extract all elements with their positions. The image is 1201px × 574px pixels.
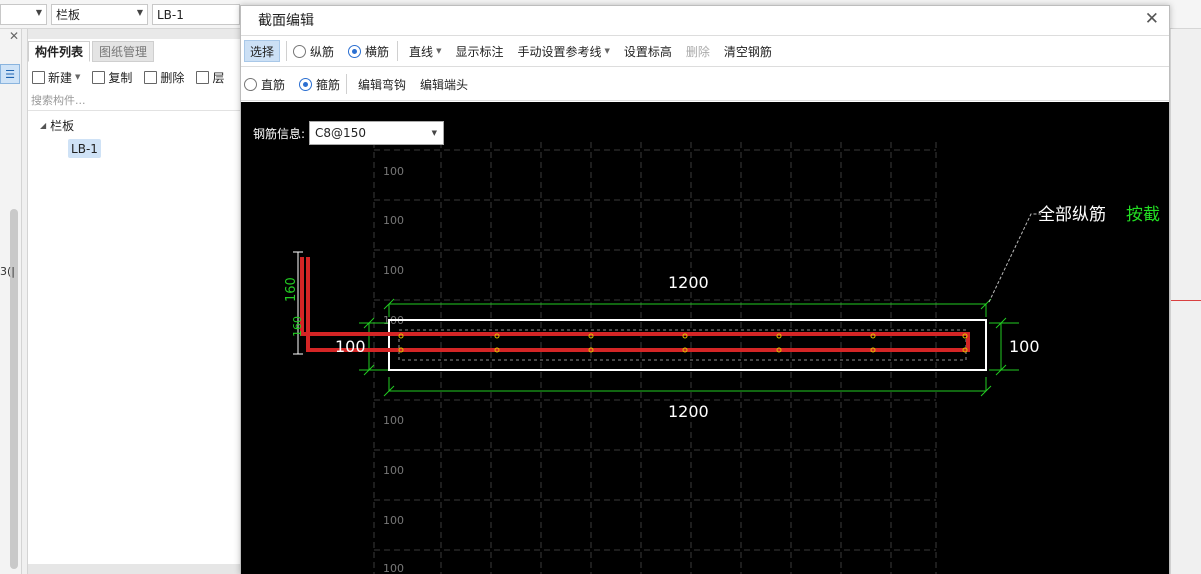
grid-label: 100 <box>383 514 404 527</box>
tree-item-lb-1[interactable]: LB-1 <box>68 139 101 158</box>
panel-footer <box>28 564 241 574</box>
category-select-value: 栏板 <box>56 8 81 22</box>
chevron-down-icon: ▼ <box>75 73 81 81</box>
delete-button[interactable]: 删除 <box>681 40 715 62</box>
grid-label: 100 <box>383 562 404 574</box>
edit-hook-button[interactable]: 编辑弯钩 <box>353 73 411 95</box>
grid-label: 100 <box>383 165 404 178</box>
new-label: 新建 <box>48 70 73 85</box>
grid-label: 100 <box>383 264 404 277</box>
new-button[interactable]: 新建 ▼ <box>32 69 80 86</box>
dimension-lines <box>359 298 1019 397</box>
dim-vert-label: 160 <box>291 316 304 337</box>
background-view <box>1170 29 1201 574</box>
layer-label: 层 <box>212 70 225 85</box>
tab-component-list[interactable]: 构件列表 <box>28 41 91 62</box>
filter-select[interactable]: ▼ <box>0 4 47 25</box>
grid-label: 100 <box>383 414 404 427</box>
dim-top-label: 1200 <box>668 273 709 292</box>
new-icon <box>32 70 45 84</box>
chevron-down-icon: ▼ <box>431 129 438 137</box>
dim-right-label: 100 <box>1009 337 1040 356</box>
manual-reference-dropdown[interactable]: 手动设置参考线 ▼ <box>512 40 614 62</box>
section-drawing[interactable]: 100 100 100 100 100 100 100 100 1200 120… <box>241 102 1169 574</box>
layer-copy-button[interactable]: 层 <box>196 69 224 86</box>
section-outline <box>388 319 987 371</box>
radio-unchecked-icon <box>244 77 257 91</box>
expand-triangle-icon[interactable]: ◢ <box>40 121 46 130</box>
set-elevation-button[interactable]: 设置标高 <box>619 40 677 62</box>
tab-drawing-management[interactable]: 图纸管理 <box>92 41 155 62</box>
rebar-info-label: 钢筋信息: <box>253 126 306 141</box>
grid-label: 100 <box>383 464 404 477</box>
section-canvas[interactable]: 100 100 100 100 100 100 100 100 1200 120… <box>241 102 1169 574</box>
separator <box>346 74 348 94</box>
transverse-radio[interactable]: 横筋 <box>348 43 389 60</box>
radio-unchecked-icon <box>293 44 307 58</box>
manual-ref-label: 手动设置参考线 <box>517 44 602 59</box>
chevron-down-icon: ▼ <box>35 8 42 17</box>
dialog-title: 截面编辑 <box>241 6 1169 34</box>
layer-icon <box>196 70 210 84</box>
line-label: 直线 <box>409 44 434 59</box>
panel-tabs: 构件列表 图纸管理 <box>28 41 156 62</box>
category-select[interactable]: 栏板 ▼ <box>51 4 148 25</box>
dimension-texts: 1200 1200 100 100 160 160 全部纵筋 按截 <box>284 205 1160 421</box>
separator <box>397 41 399 61</box>
copy-button[interactable]: 复制 <box>92 69 132 86</box>
dim-vert-label: 160 <box>284 277 299 302</box>
grid <box>373 142 937 574</box>
rebar-info-value: C8@150 <box>315 126 366 140</box>
clear-rebar-button[interactable]: 清空钢筋 <box>719 40 777 62</box>
left-strip: ✕ ☰ 3(| <box>0 29 22 574</box>
close-icon[interactable]: ✕ <box>1145 9 1159 29</box>
component-name-value: LB-1 <box>157 7 184 22</box>
close-icon[interactable]: ✕ <box>9 29 19 43</box>
annotation-text: 全部纵筋 <box>1038 205 1106 225</box>
select-button[interactable]: 选择 <box>244 40 281 62</box>
rebar-info-select[interactable]: C8@150 ▼ <box>309 121 445 145</box>
component-panel: 构件列表 图纸管理 新建 ▼ 复制 删除 层 搜索构件... ◢ 栏板 LB-1 <box>27 29 241 574</box>
delete-label: 删除 <box>160 70 185 85</box>
longitudinal-radio[interactable]: 纵筋 <box>293 43 334 60</box>
longitudinal-label: 纵筋 <box>310 44 335 59</box>
annotation-highlight: 按截 <box>1126 205 1160 225</box>
red-guide-line <box>1171 300 1201 301</box>
tree-node-railing[interactable]: ◢ 栏板 <box>40 117 74 134</box>
panel-header-bar <box>28 29 241 39</box>
chevron-down-icon: ▼ <box>604 47 610 55</box>
grid-label: 100 <box>383 214 404 227</box>
tree-node-label: 栏板 <box>50 119 75 133</box>
separator <box>286 41 288 61</box>
component-name-field[interactable]: LB-1 <box>152 4 240 25</box>
show-dims-button[interactable]: 显示标注 <box>450 40 508 62</box>
panel-toolbar: 新建 ▼ 复制 删除 层 <box>28 67 241 87</box>
rebar-info: 钢筋信息: C8@150 ▼ <box>253 121 445 145</box>
clipped-text: 3(| <box>0 265 15 278</box>
scrollbar[interactable] <box>10 209 18 569</box>
dialog-toolbar-secondary: 直筋 箍筋 编辑弯钩 编辑端头 <box>241 68 1169 101</box>
chevron-down-icon: ▼ <box>136 8 143 17</box>
edit-end-button[interactable]: 编辑端头 <box>415 73 473 95</box>
transverse-label: 横筋 <box>365 44 390 59</box>
copy-label: 复制 <box>108 70 133 85</box>
delete-button[interactable]: 删除 <box>144 69 184 86</box>
list-view-icon[interactable]: ☰ <box>0 64 20 84</box>
section-edit-dialog: 截面编辑 ✕ 选择 纵筋 横筋 直线 ▼ 显示标注 手动设置参考线 ▼ 设置标高… <box>240 5 1170 574</box>
stirrup-label: 箍筋 <box>316 77 341 92</box>
annotation-leader <box>988 213 1041 303</box>
trash-icon <box>144 70 158 84</box>
chevron-down-icon: ▼ <box>436 47 442 55</box>
component-search-input[interactable]: 搜索构件... <box>28 91 241 111</box>
copy-icon <box>92 70 106 84</box>
radio-checked-icon <box>299 77 313 91</box>
dialog-toolbar-primary: 选择 纵筋 横筋 直线 ▼ 显示标注 手动设置参考线 ▼ 设置标高 删除 清空钢… <box>241 35 1169 67</box>
line-dropdown[interactable]: 直线 ▼ <box>404 40 446 62</box>
straight-label: 直筋 <box>261 77 286 92</box>
dim-bottom-label: 1200 <box>668 402 709 421</box>
dim-left-label: 100 <box>335 337 366 356</box>
radio-checked-icon <box>348 44 362 58</box>
straight-bar-radio[interactable]: 直筋 <box>244 76 285 93</box>
stirrup-radio[interactable]: 箍筋 <box>299 76 340 93</box>
